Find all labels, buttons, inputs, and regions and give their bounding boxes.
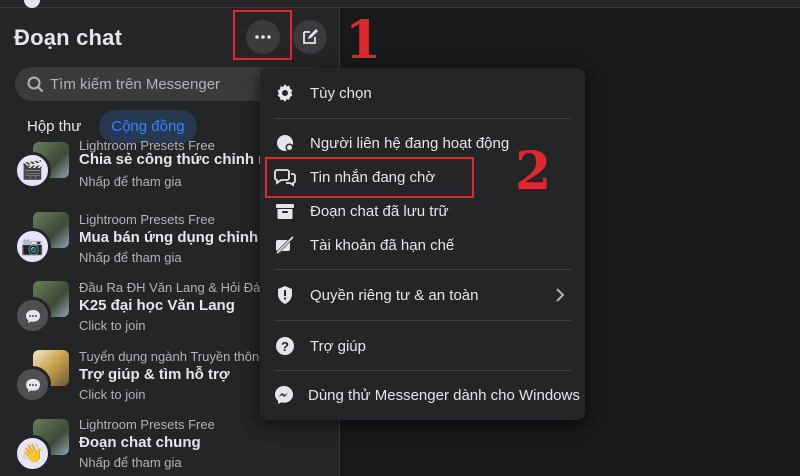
menu-item-restricted-accounts[interactable]: Tài khoản đã hạn chế (266, 228, 579, 262)
page-title: Đoạn chat (14, 25, 123, 50)
step-number-1: 1 (345, 10, 382, 71)
menu-item-help[interactable]: ? Trợ giúp (266, 329, 579, 363)
compose-icon (303, 29, 318, 44)
chat-bubble-icon (14, 366, 51, 403)
group-name: Lightroom Presets Free (79, 212, 215, 227)
menu-divider (274, 118, 571, 119)
highlight-box-step-1 (233, 10, 292, 60)
menu-item-label: Người liên hệ đang hoạt động (310, 134, 510, 152)
menu-divider (274, 269, 571, 270)
facebook-logo-icon[interactable] (24, 0, 40, 8)
archive-icon (274, 200, 296, 222)
menu-item-privacy-safety[interactable]: Quyền riêng tư & an toàn (266, 278, 579, 312)
svg-text:?: ? (281, 339, 289, 354)
chat-name: Mua bán ứng dụng chỉnh sửa (79, 229, 263, 246)
join-hint: Nhấp để tham gia (79, 455, 182, 470)
chat-name: Trợ giúp & tìm hỗ trợ (79, 366, 230, 383)
menu-divider (274, 370, 571, 371)
camera-icon: 📷 (14, 228, 51, 265)
shield-icon (274, 284, 296, 306)
list-item[interactable]: 👋 Lightroom Presets Free Đoạn chat chung… (0, 415, 340, 476)
clapperboard-icon: 🎬 (14, 152, 51, 189)
menu-divider (274, 320, 571, 321)
menu-item-label: Đoạn chat đã lưu trữ (310, 202, 449, 220)
group-name: Lightroom Presets Free (79, 417, 215, 432)
restricted-icon (274, 234, 296, 256)
group-name: Đầu Ra ĐH Văn Lang & Hỏi Đáp (79, 280, 268, 295)
menu-item-try-messenger-windows[interactable]: Dùng thử Messenger dành cho Windows (266, 378, 580, 412)
join-hint: Click to join (79, 387, 146, 402)
step-number-2: 2 (515, 141, 552, 202)
menu-item-label: Quyền riêng tư & an toàn (310, 286, 479, 304)
group-name: Tuyển dụng ngành Truyền thông (79, 349, 267, 364)
waving-hand-icon: 👋 (14, 435, 51, 472)
top-bar (0, 0, 800, 8)
new-message-button[interactable] (293, 20, 327, 54)
menu-item-label: Tài khoản đã hạn chế (310, 236, 455, 254)
join-hint: Nhấp để tham gia (79, 250, 182, 265)
chat-bubble-icon (14, 297, 51, 334)
chat-name: Đoạn chat chung (79, 434, 201, 451)
join-hint: Click to join (79, 318, 146, 333)
gear-icon (274, 82, 296, 104)
menu-item-label: Tùy chọn (310, 84, 372, 102)
search-icon (27, 76, 44, 92)
menu-item-label: Trợ giúp (310, 337, 366, 355)
options-menu: Tùy chọn Người liên hệ đang hoạt động Ti… (260, 68, 585, 420)
menu-item-preferences[interactable]: Tùy chọn (266, 76, 579, 110)
highlight-box-step-2 (265, 157, 474, 198)
join-hint: Nhấp để tham gia (79, 174, 182, 189)
chat-name: Chia sẻ công thức chỉnh màu (79, 151, 263, 168)
help-icon: ? (274, 335, 296, 357)
chevron-right-icon (555, 287, 565, 308)
chat-name: K25 đại học Văn Lang (79, 297, 235, 314)
messenger-icon (274, 384, 294, 406)
menu-item-label: Dùng thử Messenger dành cho Windows (308, 386, 580, 404)
active-contacts-icon (274, 132, 296, 154)
